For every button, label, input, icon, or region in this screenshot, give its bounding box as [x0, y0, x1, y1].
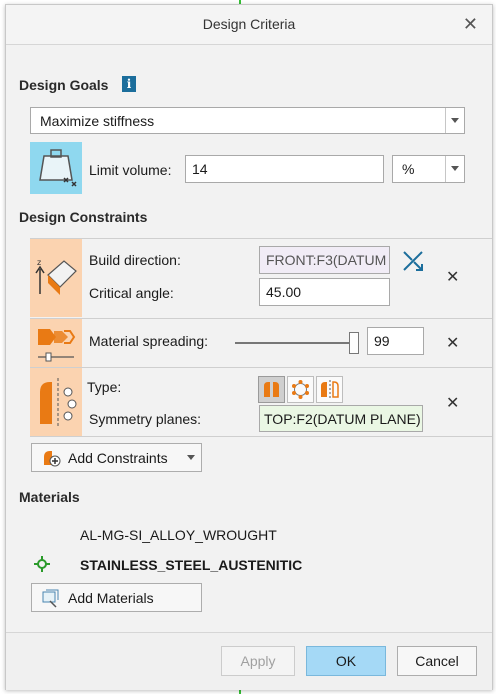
chevron-down-icon [445, 156, 464, 182]
limit-volume-label: Limit volume: [89, 162, 172, 178]
flip-direction-icon[interactable] [401, 249, 425, 273]
critical-angle-input[interactable]: 45.00 [259, 278, 390, 306]
add-constraints-button[interactable]: Add Constraints [31, 443, 202, 472]
add-constraint-icon [44, 451, 61, 467]
constraints-divider [30, 318, 492, 319]
material-spreading-slider-track[interactable] [235, 342, 357, 344]
build-direction-icon: z [35, 258, 77, 295]
mirror-symmetry-icon [321, 380, 339, 399]
add-constraints-label: Add Constraints [68, 450, 168, 466]
constraints-divider [30, 436, 492, 437]
remove-build-direction-icon[interactable]: ✕ [446, 267, 459, 287]
design-criteria-dialog: Design Criteria ✕ Design Goals i Maximiz… [5, 4, 493, 690]
material-spreading-slider-thumb[interactable] [349, 332, 359, 354]
critical-angle-label: Critical angle: [89, 285, 174, 301]
material-item[interactable]: AL-MG-SI_ALLOY_WROUGHT [80, 527, 277, 543]
close-icon[interactable]: ✕ [463, 14, 478, 35]
build-direction-icon-cell: z [30, 239, 82, 317]
build-direction-label: Build direction: [89, 252, 181, 268]
material-spreading-label: Material spreading: [89, 333, 209, 349]
materials-title: Materials [19, 489, 80, 505]
limit-volume-input[interactable]: 14 [185, 155, 384, 183]
symmetry-icon-cell [30, 368, 82, 436]
chevron-down-icon [445, 108, 464, 133]
apply-button[interactable]: Apply [221, 646, 295, 676]
build-direction-field[interactable]: FRONT:F3(DATUM [259, 246, 390, 274]
planar-symmetry-type-button[interactable] [258, 376, 285, 403]
design-goal-value: Maximize stiffness [40, 113, 155, 129]
material-spreading-icon [38, 329, 76, 362]
ok-button[interactable]: OK [306, 646, 386, 676]
svg-text:z: z [37, 258, 41, 267]
design-constraints-title: Design Constraints [19, 209, 148, 225]
title-bar: Design Criteria ✕ [6, 5, 492, 45]
symmetry-planes-field[interactable]: TOP:F2(DATUM PLANE) [259, 405, 423, 432]
cyclic-symmetry-type-button[interactable] [287, 376, 314, 403]
cyclic-symmetry-icon [292, 380, 309, 399]
symmetry-icon [40, 378, 77, 428]
chevron-down-icon [187, 455, 195, 460]
planar-symmetry-icon [264, 382, 279, 397]
design-goals-title: Design Goals [19, 77, 109, 93]
limit-volume-icon [30, 142, 82, 194]
active-material-icon [34, 556, 50, 572]
info-icon[interactable]: i [122, 76, 136, 92]
add-material-icon [42, 589, 59, 608]
type-label: Type: [87, 379, 122, 395]
design-goal-dropdown[interactable]: Maximize stiffness [30, 107, 465, 134]
dialog-title: Design Criteria [202, 16, 296, 32]
limit-unit-value: % [402, 161, 415, 177]
limit-unit-dropdown[interactable]: % [392, 155, 465, 183]
symmetry-planes-label: Symmetry planes: [89, 411, 202, 427]
material-spreading-icon-cell [30, 319, 82, 367]
constraints-divider [30, 238, 492, 239]
material-item[interactable]: STAINLESS_STEEL_AUSTENITIC [80, 557, 302, 573]
add-materials-button[interactable]: Add Materials [31, 583, 202, 612]
add-materials-label: Add Materials [68, 590, 154, 606]
constraints-divider [30, 367, 492, 368]
material-spreading-input[interactable]: 99 [367, 327, 424, 355]
dialog-footer: Apply OK Cancel [6, 632, 492, 690]
mirror-symmetry-type-button[interactable] [316, 376, 343, 403]
remove-symmetry-icon[interactable]: ✕ [446, 393, 459, 413]
cancel-button[interactable]: Cancel [397, 646, 477, 676]
remove-material-spreading-icon[interactable]: ✕ [446, 333, 459, 353]
